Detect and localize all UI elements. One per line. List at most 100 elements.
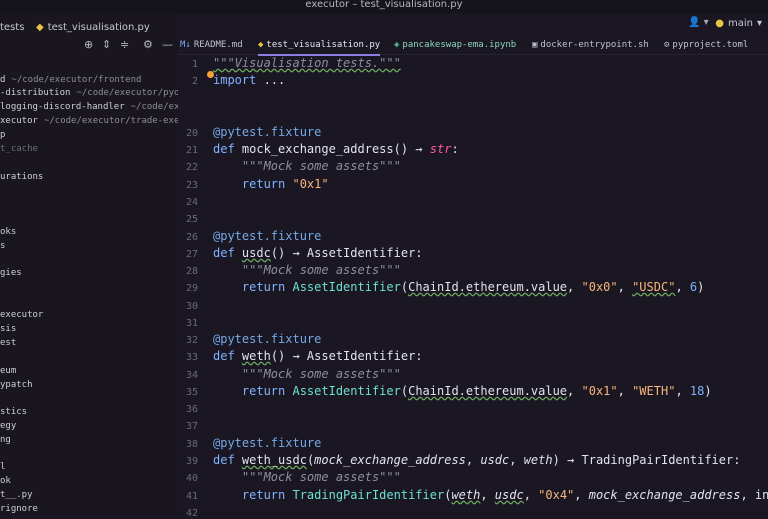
code-line: """Visualisation tests.""": [213, 56, 401, 70]
tab-pyproject[interactable]: ⚙ pyproject.toml: [664, 36, 748, 54]
line-number: 32: [185, 335, 198, 346]
tree-item-name: gies: [0, 268, 22, 278]
code-line: """Mock some assets""": [241, 470, 401, 484]
notebook-icon: ◈: [394, 40, 400, 50]
tree-item[interactable]: egy: [0, 421, 16, 431]
tree-item-name: oks: [0, 227, 17, 237]
tree-item-name: t__.py: [0, 490, 33, 500]
line-number: 27: [185, 249, 198, 260]
tree-item-name: logging-discord-handler: [0, 102, 125, 112]
tree-item-name: ok: [0, 476, 11, 486]
line-number: 37: [185, 421, 198, 432]
code-line: return TradingPairIdentifier(weth, usdc,…: [241, 488, 768, 502]
tree-item[interactable]: oks: [0, 227, 16, 237]
crosshair-icon[interactable]: ⊕: [84, 38, 93, 51]
python-file-icon: ◆: [36, 22, 44, 33]
project-label[interactable]: tests: [0, 22, 24, 33]
terminal-icon: ▣: [532, 40, 538, 50]
tree-item[interactable]: l: [0, 462, 5, 472]
line-number: 35: [185, 387, 198, 398]
tree-item[interactable]: gies: [0, 268, 22, 278]
tree-item-name: executor: [0, 310, 44, 320]
title-bar: executor – test_visualisation.py: [0, 0, 768, 14]
code-line: def mock_exchange_address() → str:: [213, 142, 459, 156]
branch-name: main: [727, 18, 753, 29]
tab-pancakeswap[interactable]: ◈ pancakeswap-ema.ipynb: [394, 36, 516, 54]
tree-item[interactable]: stics: [0, 407, 27, 417]
tree-item[interactable]: urations: [0, 172, 43, 182]
tree-item-name: rignore: [0, 504, 38, 514]
tree-item-name: t_cache: [0, 144, 38, 154]
tree-item-name: ypatch: [0, 380, 33, 390]
code-line: """Mock some assets""": [241, 367, 401, 381]
code-line: return AssetIdentifier(ChainId.ethereum.…: [241, 384, 712, 398]
line-number: 26: [185, 232, 198, 243]
code-line: @pytest.fixture: [213, 332, 322, 346]
breadcrumb[interactable]: ◆ test_visualisation.py: [36, 22, 150, 33]
person-icon[interactable]: 👤 ▾: [688, 17, 709, 28]
tree-item[interactable]: ng: [0, 435, 11, 445]
line-number: 29: [185, 283, 198, 294]
project-sidebar: tests ◆ test_visualisation.py ⊕ ⇕ ≑ ⚙ — …: [0, 14, 196, 514]
python-icon: ●: [715, 18, 724, 29]
tree-item-name: egy: [0, 421, 17, 431]
tree-item-name: stics: [0, 407, 28, 417]
code-line: """Mock some assets""": [241, 263, 401, 277]
settings-file-icon: ⚙: [664, 40, 670, 50]
line-number: 34: [185, 370, 198, 381]
tree-item[interactable]: s: [0, 241, 5, 251]
code-editor[interactable]: """Visualisation tests.""" import ... @p…: [204, 56, 768, 512]
expand-all-icon[interactable]: ⇕: [102, 38, 111, 51]
tree-item[interactable]: ok: [0, 476, 11, 486]
tab-docker-entrypoint[interactable]: ▣ docker-entrypoint.sh: [532, 36, 649, 54]
tree-item[interactable]: est: [0, 338, 16, 348]
code-line: return "0x1": [241, 177, 329, 191]
tree-item-name: eum: [0, 366, 17, 376]
branch-selector[interactable]: ● main ▾: [715, 18, 762, 29]
code-line: """Mock some assets""": [241, 159, 401, 173]
line-number: 40: [185, 473, 198, 484]
line-number: 33: [185, 352, 198, 363]
tree-item[interactable]: t_cache: [0, 144, 38, 154]
sidebar-header: tests ◆ test_visualisation.py: [0, 18, 178, 40]
tree-item[interactable]: xecutor ~/code/executor/trade-execut: [0, 116, 196, 126]
code-line: import ...: [213, 73, 286, 87]
tree-item[interactable]: d ~/code/executor/frontend: [0, 75, 141, 85]
line-number: 42: [185, 508, 198, 519]
code-line: @pytest.fixture: [213, 125, 322, 139]
line-number: 20: [185, 128, 198, 139]
tree-item-name: l: [0, 462, 6, 472]
tree-item[interactable]: t__.py: [0, 490, 33, 500]
line-number: 22: [185, 162, 198, 173]
line-number: 24: [185, 197, 198, 208]
tree-item[interactable]: -distribution ~/code/executor/pyodic: [0, 88, 196, 98]
tree-item[interactable]: ypatch: [0, 380, 33, 390]
tree-item[interactable]: executor: [0, 310, 43, 320]
tree-item-name: s: [0, 241, 6, 251]
tab-label: docker-entrypoint.sh: [540, 40, 649, 50]
line-number: 2: [191, 76, 198, 87]
collapse-all-icon[interactable]: ≑: [120, 38, 129, 51]
code-line: return AssetIdentifier(ChainId.ethereum.…: [241, 280, 705, 294]
tree-item-name: est: [0, 338, 17, 348]
line-number: 23: [185, 180, 198, 191]
minimize-icon[interactable]: —: [162, 38, 173, 51]
line-number: 1: [191, 59, 198, 70]
tree-item[interactable]: sis: [0, 324, 16, 334]
tab-readme[interactable]: M↓ README.md: [180, 36, 243, 54]
line-number-gutter: 1 2 20 21 22 23 24 25 26 27 28 29 30 31 32 33 34 35 36 37 38…: [178, 56, 204, 519]
line-number: 39: [185, 456, 198, 467]
tree-item[interactable]: logging-discord-handler ~/code/execu: [0, 102, 196, 112]
window-title: executor – test_visualisation.py: [305, 0, 463, 10]
gear-icon[interactable]: ⚙: [143, 38, 153, 51]
tree-item[interactable]: p: [0, 130, 5, 140]
tree-item-name: d: [0, 75, 6, 85]
tab-label: pyproject.toml: [672, 40, 749, 50]
tab-label: test_visualisation.py: [266, 40, 381, 50]
tree-item[interactable]: eum: [0, 366, 16, 376]
code-line: def usdc() → AssetIdentifier:: [213, 246, 423, 260]
tab-test-visualisation[interactable]: ◆ test_visualisation.py: [258, 36, 381, 56]
tree-item[interactable]: rignore: [0, 504, 38, 514]
line-number: 21: [185, 145, 198, 156]
code-line: def weth_usdc(mock_exchange_address, usd…: [213, 453, 741, 467]
